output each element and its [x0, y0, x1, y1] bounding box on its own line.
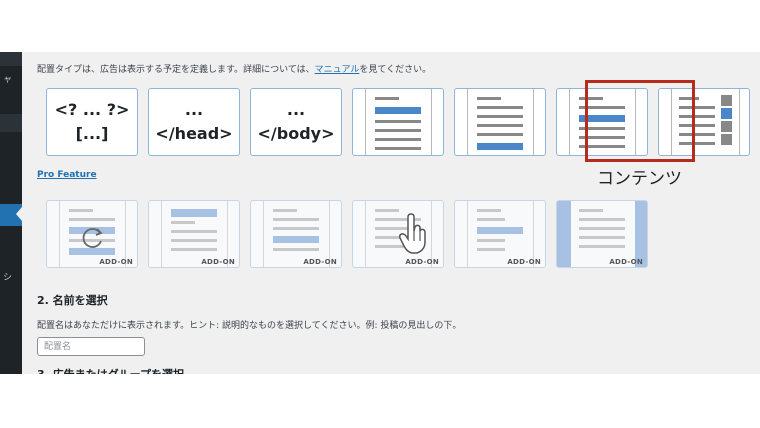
addon-badge: ADD-ON — [201, 258, 235, 266]
screenshot-area: ャ シ 配置タイプは、広告は表示する予定を定義します。詳細については、マニュアル… — [0, 52, 760, 374]
placement-type-before-head-close[interactable]: ... </head> — [148, 88, 240, 156]
section-title-name: 2. 名前を選択 — [37, 294, 108, 307]
hand-pointer-icon — [399, 213, 426, 254]
addon-badge: ADD-ON — [507, 258, 541, 266]
placement-type-after-content[interactable] — [454, 88, 546, 156]
placement-description: 配置タイプは、広告は表示する予定を定義します。詳細については、マニュアルを見てく… — [37, 65, 432, 75]
placement-type-before-body-close[interactable]: ... </body> — [250, 88, 342, 156]
refresh-icon — [82, 228, 103, 248]
placement-type-header[interactable]: <? ... ?> [...] — [46, 88, 138, 156]
sidebar-item[interactable] — [0, 114, 22, 132]
placement-name-input[interactable] — [37, 337, 145, 356]
pro-type-archive-pages[interactable]: ADD-ON — [454, 200, 546, 268]
section-title-item: 3. 広告またはグループを選択 — [37, 366, 184, 374]
addon-badge: ADD-ON — [303, 258, 337, 266]
sidebar-item[interactable] — [0, 52, 22, 66]
sidebar-glyph: シ — [3, 273, 13, 283]
admin-sidebar: ャ シ — [0, 52, 22, 374]
pro-type-random-paragraph[interactable]: ADD-ON — [46, 200, 138, 268]
pro-feature-link[interactable]: Pro Feature — [37, 170, 97, 180]
frame-bottom — [0, 374, 760, 428]
addon-badge: ADD-ON — [405, 258, 439, 266]
placement-type-before-content[interactable] — [352, 88, 444, 156]
manual-link[interactable]: マニュアル — [315, 65, 360, 75]
pro-type-background[interactable]: ADD-ON — [556, 200, 648, 268]
sidebar-glyph: ャ — [3, 75, 13, 85]
pro-type-custom-position[interactable]: ADD-ON — [352, 200, 444, 268]
name-hint: 配置名はあなただけに表示されます。ヒント: 説明的なものを選択してください。例:… — [37, 321, 462, 331]
pro-type-above-headline[interactable]: ADD-ON — [148, 200, 240, 268]
highlight-frame — [585, 80, 695, 162]
addon-badge: ADD-ON — [609, 258, 643, 266]
pro-type-content-middle[interactable]: ADD-ON — [250, 200, 342, 268]
current-menu-arrow — [16, 207, 22, 221]
highlight-label: コンテンツ — [597, 169, 682, 189]
addon-badge: ADD-ON — [99, 258, 133, 266]
